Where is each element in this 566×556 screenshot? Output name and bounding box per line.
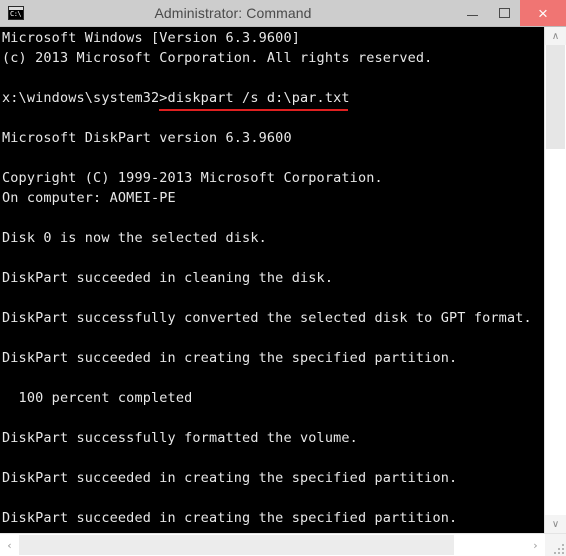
scroll-down-arrow-icon[interactable]: ∨ [545,515,566,533]
console-line: DiskPart succeeded in creating the speci… [2,350,458,366]
minimize-button[interactable] [456,0,488,26]
resize-grip[interactable] [545,534,566,556]
scroll-up-arrow-icon[interactable]: ∧ [545,27,566,45]
horizontal-scroll-thumb[interactable] [19,535,454,555]
console-line: x:\windows\system32>diskpart /s d:\par.t… [2,90,350,106]
title-bar[interactable]: C:\ Administrator: Command × [0,0,566,27]
console-line: DiskPart successfully formatted the volu… [2,430,358,446]
console-row: Microsoft Windows [Version 6.3.9600] (c) … [0,27,566,533]
console-line: Copyright (C) 1999-2013 Microsoft Corpor… [2,170,383,186]
console-line: (c) 2013 Microsoft Corporation. All righ… [2,50,433,66]
maximize-button[interactable] [488,0,520,26]
console-line: Microsoft Windows [Version 6.3.9600] [2,30,300,46]
vertical-scroll-thumb[interactable] [546,45,565,149]
window-client-area: Microsoft Windows [Version 6.3.9600] (c) … [0,27,566,556]
console-line: 100 percent completed [2,390,193,406]
close-icon: × [538,3,548,23]
maximize-icon [498,8,510,18]
console-line: On computer: AOMEI-PE [2,190,176,206]
command-prompt-icon[interactable]: C:\ [8,6,24,20]
scroll-right-arrow-icon[interactable]: › [526,534,545,556]
command-underline-highlight [159,109,348,111]
horizontal-scroll-track[interactable] [19,534,526,556]
console-line: DiskPart successfully converted the sele… [2,310,532,326]
console-line: Microsoft DiskPart version 6.3.9600 [2,130,292,146]
console-output-area[interactable]: Microsoft Windows [Version 6.3.9600] (c) … [0,27,544,533]
resize-grip-icon [554,544,564,554]
console-line: DiskPart succeeded in cleaning the disk. [2,270,334,286]
vertical-scroll-track[interactable] [545,45,566,515]
scroll-left-arrow-icon[interactable]: ‹ [0,534,19,556]
vertical-scrollbar[interactable]: ∧ ∨ [544,27,566,533]
window-controls: × [456,0,566,26]
minimize-icon [466,14,478,16]
console-line: DiskPart succeeded in creating the speci… [2,510,458,526]
console-line: Disk 0 is now the selected disk. [2,230,267,246]
console-line: DiskPart succeeded in creating the speci… [2,470,458,486]
icon-label: C:\ [10,10,22,18]
console-text: Microsoft Windows [Version 6.3.9600] (c) … [2,28,544,533]
command-prompt-window: C:\ Administrator: Command × Microsoft W… [0,0,566,556]
close-button[interactable]: × [520,0,566,26]
horizontal-scrollbar[interactable]: ‹ › [0,533,566,556]
